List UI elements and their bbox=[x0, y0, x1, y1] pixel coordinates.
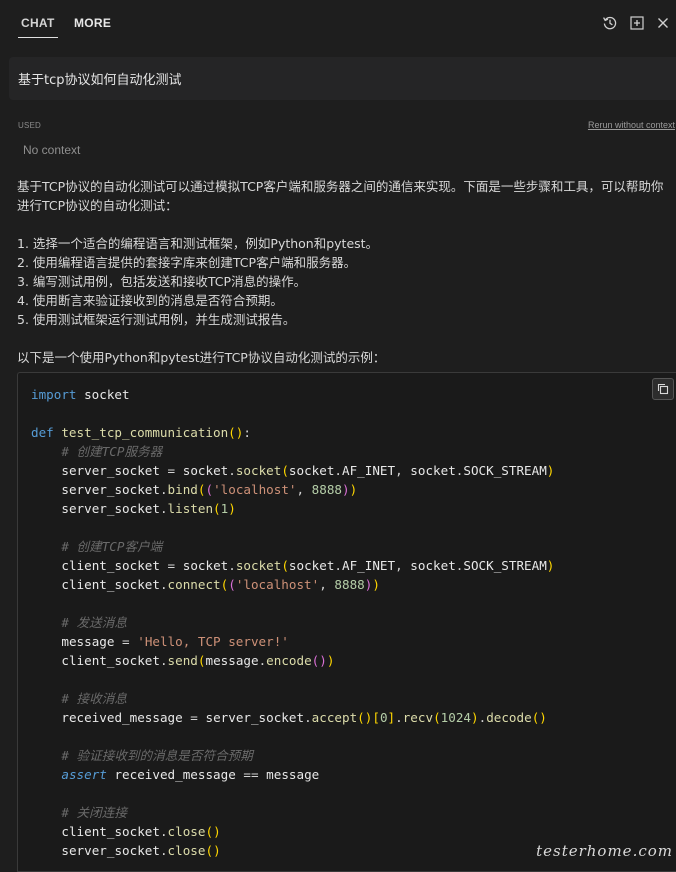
no-context-text: No context bbox=[23, 143, 81, 157]
code-line: # 创建TCP服务器 bbox=[61, 444, 163, 459]
code-line: server_socket.bind(('localhost', 8888)) bbox=[61, 482, 358, 497]
code-line: client_socket = socket.socket(socket.AF_… bbox=[61, 558, 555, 573]
new-chat-icon[interactable] bbox=[624, 10, 650, 36]
code-line: server_socket.listen(1) bbox=[61, 501, 236, 516]
code-block: import socket def test_tcp_communication… bbox=[17, 372, 676, 872]
list-item: 2. 使用编程语言提供的套接字库来创建TCP客户端和服务器。 bbox=[17, 255, 357, 270]
close-icon[interactable] bbox=[650, 10, 676, 36]
question-text: 基于tcp协议如何自动化测试 bbox=[18, 73, 182, 88]
code-line: received_message = server_socket.accept(… bbox=[61, 710, 547, 725]
list-item: 3. 编写测试用例，包括发送和接收TCP消息的操作。 bbox=[17, 274, 307, 289]
code-line: client_socket.close() bbox=[61, 824, 221, 839]
code-content: import socket def test_tcp_communication… bbox=[18, 373, 676, 860]
assistant-answer: 基于TCP协议的自动化测试可以通过模拟TCP客户端和服务器之间的通信来实现。下面… bbox=[17, 177, 673, 367]
history-icon[interactable] bbox=[597, 10, 623, 36]
code-line: assert received_message == message bbox=[61, 767, 320, 782]
answer-intro: 基于TCP协议的自动化测试可以通过模拟TCP客户端和服务器之间的通信来实现。下面… bbox=[17, 179, 664, 213]
list-item: 4. 使用断言来验证接收到的消息是否符合预期。 bbox=[17, 293, 283, 308]
list-item: 5. 使用测试框架运行测试用例，并生成测试报告。 bbox=[17, 312, 296, 327]
code-line: message = 'Hello, TCP server!' bbox=[61, 634, 289, 649]
user-question: 基于tcp协议如何自动化测试 bbox=[9, 57, 676, 100]
code-line: client_socket.connect(('localhost', 8888… bbox=[61, 577, 380, 592]
code-line: # 接收消息 bbox=[61, 691, 127, 706]
example-intro: 以下是一个使用Python和pytest进行TCP协议自动化测试的示例： bbox=[17, 350, 386, 365]
tab-chat[interactable]: CHAT bbox=[18, 0, 58, 46]
code-line: # 发送消息 bbox=[61, 615, 127, 630]
code-line: # 关闭连接 bbox=[61, 805, 127, 820]
code-line: # 创建TCP客户端 bbox=[61, 539, 163, 554]
answer-steps: 1. 选择一个适合的编程语言和测试框架，例如Python和pytest。 2. … bbox=[17, 234, 673, 329]
code-line: server_socket.close() bbox=[61, 843, 221, 858]
code-line: server_socket = socket.socket(socket.AF_… bbox=[61, 463, 555, 478]
code-line: def test_tcp_communication(): bbox=[31, 425, 251, 440]
list-item: 1. 选择一个适合的编程语言和测试框架，例如Python和pytest。 bbox=[17, 236, 379, 251]
code-line: import socket bbox=[31, 387, 130, 402]
tab-more[interactable]: MORE bbox=[74, 0, 111, 46]
watermark: testerhome.com bbox=[536, 842, 673, 860]
header-actions bbox=[597, 0, 676, 46]
code-line: # 验证接收到的消息是否符合预期 bbox=[61, 748, 253, 763]
chat-header: CHAT MORE bbox=[0, 0, 676, 46]
context-used-label: USED bbox=[18, 121, 42, 130]
code-line: client_socket.send(message.encode()) bbox=[61, 653, 335, 668]
rerun-without-context-link[interactable]: Rerun without context bbox=[588, 120, 675, 130]
copy-icon[interactable] bbox=[652, 378, 674, 400]
